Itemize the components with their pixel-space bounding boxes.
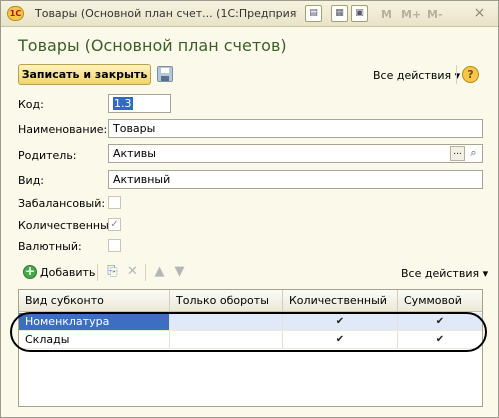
- toolbar-divider: [456, 65, 457, 84]
- title-bar: 1С Товары (Основной план счет... (1С:Пре…: [1, 1, 498, 27]
- search-icon[interactable]: ⌕: [466, 146, 481, 161]
- quantitative-label: Количественный:: [18, 219, 120, 232]
- off-balance-label: Забалансовый:: [18, 197, 106, 210]
- form-window: 1С Товары (Основной план счет... (1С:Пре…: [0, 0, 499, 418]
- move-up-icon[interactable]: ▲: [151, 263, 168, 280]
- toolbar-divider: [97, 264, 98, 281]
- currency-checkbox[interactable]: [108, 239, 121, 252]
- quantitative-checkbox[interactable]: ✓: [108, 218, 121, 231]
- kind-label: Вид:: [18, 174, 45, 187]
- code-value: 1.3: [113, 97, 133, 110]
- save-icon[interactable]: [157, 66, 173, 82]
- document-icon[interactable]: ▤: [305, 5, 322, 22]
- calendar-icon[interactable]: ▣: [351, 5, 368, 22]
- memory-subtract-button[interactable]: M-: [427, 8, 443, 21]
- column-header-kind[interactable]: Вид субконто: [19, 290, 170, 311]
- highlight-annotation: [10, 312, 487, 352]
- add-button[interactable]: Добавить: [40, 266, 95, 279]
- table-all-actions-menu[interactable]: Все действия ▾: [401, 267, 488, 280]
- save-and-close-button[interactable]: Записать и закрыть: [18, 64, 151, 85]
- memory-add-button[interactable]: M+: [401, 8, 421, 21]
- parent-label: Родитель:: [18, 149, 77, 162]
- kind-field[interactable]: Активный: [108, 170, 483, 189]
- column-header-sum[interactable]: Суммовой: [398, 290, 482, 311]
- toolbar-divider: [145, 264, 146, 281]
- parent-field[interactable]: Активы: [108, 144, 483, 163]
- close-icon[interactable]: ×: [471, 6, 488, 21]
- copy-icon[interactable]: ⎘: [104, 263, 121, 280]
- all-actions-menu[interactable]: Все действия ▾: [373, 69, 460, 82]
- calculator-icon[interactable]: ▦: [331, 5, 348, 22]
- code-field[interactable]: 1.3: [108, 94, 171, 113]
- add-icon[interactable]: +: [23, 265, 37, 279]
- app-logo-icon: 1С: [7, 6, 24, 21]
- off-balance-checkbox[interactable]: [108, 196, 121, 209]
- window-title: Товары (Основной план счет... (1С:Предпр…: [35, 7, 297, 20]
- delete-icon[interactable]: ✕: [124, 263, 141, 280]
- table-header: Вид субконто Только обороты Количественн…: [19, 290, 482, 312]
- move-down-icon[interactable]: ▼: [171, 263, 188, 280]
- column-header-turnover[interactable]: Только обороты: [170, 290, 283, 311]
- name-label: Наименование:: [18, 123, 108, 136]
- help-icon[interactable]: ?: [462, 66, 479, 83]
- memory-store-button[interactable]: M: [381, 8, 392, 21]
- code-label: Код:: [18, 98, 44, 111]
- page-title: Товары (Основной план счетов): [18, 36, 287, 55]
- pick-button[interactable]: ...: [450, 146, 465, 161]
- currency-label: Валютный:: [18, 240, 82, 253]
- column-header-quantitative[interactable]: Количественный: [283, 290, 398, 311]
- name-field[interactable]: Товары: [108, 119, 483, 138]
